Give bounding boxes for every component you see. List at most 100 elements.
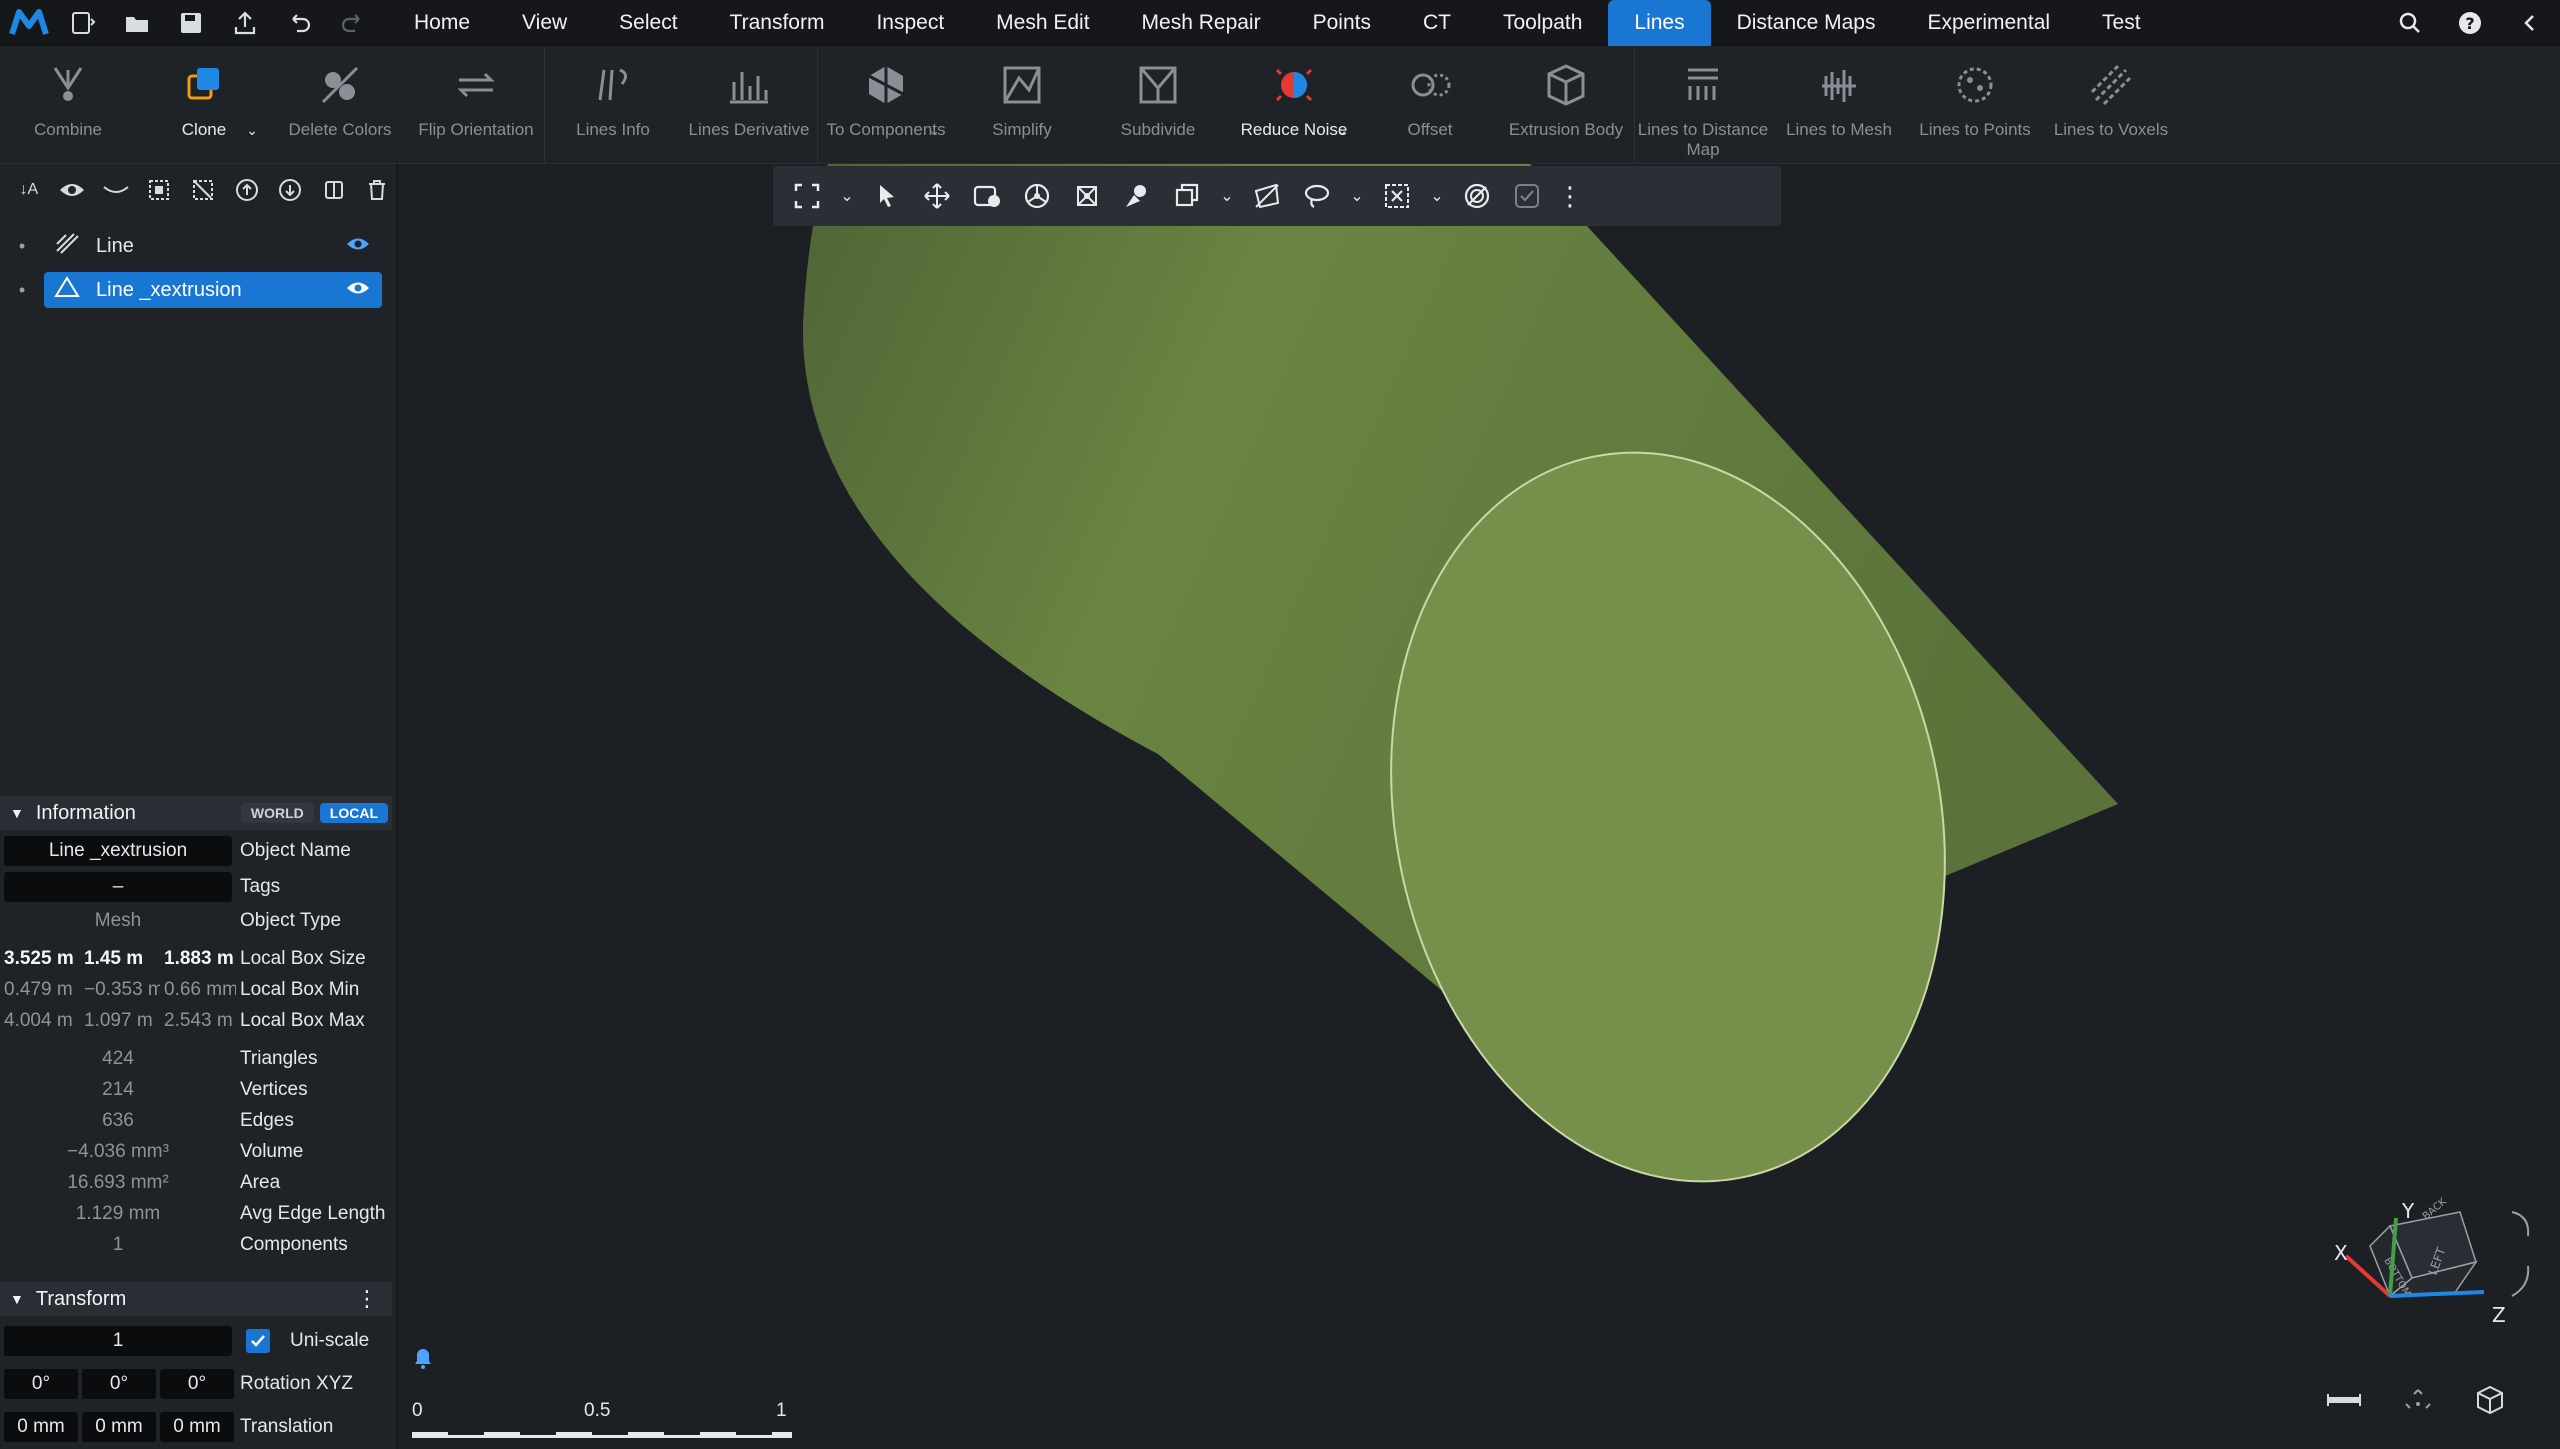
transform-header[interactable]: ▼ Transform ⋮ <box>0 1282 392 1316</box>
ribbon-button-simplify[interactable]: Simplify <box>954 46 1090 164</box>
ribbon-button-lines-to-mesh[interactable]: Lines to Mesh <box>1771 46 1907 164</box>
clear-selection-icon[interactable] <box>1377 174 1417 218</box>
menu-tab-view[interactable]: View <box>496 0 593 46</box>
tree-item-box-selected[interactable]: Line _xextrusion <box>44 272 382 308</box>
chevron-down-icon: ▼ <box>10 805 24 821</box>
visibility-eye-icon[interactable] <box>346 235 370 258</box>
translation-x-field[interactable]: 0 mm <box>4 1412 78 1442</box>
collapse-chevron-icon[interactable] <box>2500 0 2560 46</box>
help-icon[interactable]: ? <box>2440 0 2500 46</box>
local-toggle[interactable]: LOCAL <box>319 803 388 823</box>
ribbon-button-delete-colors[interactable]: Delete Colors <box>272 46 408 164</box>
translation-z-field[interactable]: 0 mm <box>160 1412 234 1442</box>
ribbon-button-extrusion-body[interactable]: Extrusion Body <box>1498 46 1634 164</box>
ribbon-button-offset[interactable]: Offset <box>1362 46 1498 164</box>
ribbon-button-reduce-noise[interactable]: Reduce Noise ⌄ <box>1226 46 1362 164</box>
3d-viewport[interactable] <box>398 164 2560 1449</box>
menu-tab-transform[interactable]: Transform <box>704 0 851 46</box>
fit-selected-icon[interactable] <box>2402 1384 2434 1421</box>
chevron-down-icon[interactable]: ⌄ <box>1347 174 1367 218</box>
tree-item-label: Line <box>96 234 134 257</box>
fit-view-icon[interactable] <box>787 174 827 218</box>
menu-tab-experimental[interactable]: Experimental <box>1901 0 2076 46</box>
undo-icon[interactable] <box>274 0 324 46</box>
delete-icon[interactable] <box>357 168 399 212</box>
app-logo-icon[interactable] <box>0 0 58 46</box>
mesh-render[interactable] <box>398 164 2560 1449</box>
view-cube[interactable]: BACK BOTTOM LEFT X Y Z <box>2316 1196 2546 1336</box>
new-scene-icon[interactable] <box>58 0 108 46</box>
save-icon[interactable] <box>166 0 216 46</box>
move-up-icon[interactable] <box>226 168 268 212</box>
move-icon[interactable] <box>917 174 957 218</box>
no-snap-icon[interactable] <box>1457 174 1497 218</box>
translation-y-field[interactable]: 0 mm <box>82 1412 156 1442</box>
tree-item-line[interactable]: • Line <box>0 226 398 266</box>
more-options-icon[interactable]: ⋮ <box>1557 174 1583 218</box>
ribbon-button-lines-derivative[interactable]: Lines Derivative <box>681 46 817 164</box>
ribbon-button-subdivide[interactable]: Subdivide <box>1090 46 1226 164</box>
uniscale-field[interactable]: 1 <box>4 1326 232 1356</box>
menu-tab-ct[interactable]: CT <box>1397 0 1477 46</box>
menu-tab-lines[interactable]: Lines <box>1608 0 1711 46</box>
view-cube-toggle-icon[interactable] <box>2474 1384 2506 1421</box>
hide-faces-icon[interactable] <box>1247 174 1287 218</box>
tree-item-line-xextrusion[interactable]: • Line _xextrusion <box>0 270 398 310</box>
apply-check-icon[interactable] <box>1507 174 1547 218</box>
menu-tab-inspect[interactable]: Inspect <box>850 0 970 46</box>
scene-toolbar: ↓A <box>0 164 398 216</box>
rotation-z-field[interactable]: 0° <box>160 1369 234 1399</box>
redo-icon[interactable] <box>328 0 378 46</box>
world-toggle[interactable]: WORLD <box>240 803 314 823</box>
uniscale-checkbox[interactable] <box>246 1329 270 1353</box>
deselect-all-icon[interactable] <box>182 168 224 212</box>
information-header[interactable]: ▼ Information WORLD LOCAL <box>0 796 392 830</box>
notification-bell-icon[interactable] <box>410 1345 438 1373</box>
subdivide-icon <box>1139 66 1177 104</box>
chevron-down-icon[interactable]: ⌄ <box>837 174 857 218</box>
menu-tab-home[interactable]: Home <box>388 0 496 46</box>
chevron-down-icon[interactable]: ⌄ <box>1217 174 1237 218</box>
ribbon-button-flip-orientation[interactable]: Flip Orientation <box>408 46 544 164</box>
tree-item-box[interactable]: Line <box>44 228 382 264</box>
ribbon-button-lines-info[interactable]: Lines Info <box>545 46 681 164</box>
tags-field[interactable]: – <box>4 872 232 902</box>
move-down-icon[interactable] <box>269 168 311 212</box>
transform-box-icon[interactable] <box>1167 174 1207 218</box>
brush-select-icon[interactable] <box>1117 174 1157 218</box>
sort-icon[interactable]: ↓A <box>8 168 50 212</box>
menu-tab-test[interactable]: Test <box>2076 0 2167 46</box>
open-folder-icon[interactable] <box>112 0 162 46</box>
more-options-icon[interactable]: ⋮ <box>356 1286 378 1312</box>
ribbon-button-combine[interactable]: Combine <box>0 46 136 164</box>
rotate-icon[interactable] <box>1017 174 1057 218</box>
ribbon-button-clone[interactable]: Clone ⌄ <box>136 46 272 164</box>
chevron-down-icon[interactable]: ⌄ <box>1427 174 1447 218</box>
menu-tab-toolpath[interactable]: Toolpath <box>1477 0 1608 46</box>
select-all-icon[interactable] <box>139 168 181 212</box>
menu-tab-mesh-repair[interactable]: Mesh Repair <box>1116 0 1287 46</box>
split-icon[interactable] <box>313 168 355 212</box>
menu-tab-points[interactable]: Points <box>1287 0 1397 46</box>
ribbon-button-to-components[interactable]: To Components ⌄ <box>818 46 954 164</box>
menu-tab-mesh-edit[interactable]: Mesh Edit <box>970 0 1115 46</box>
rotation-y-field[interactable]: 0° <box>82 1369 156 1399</box>
ribbon-button-lines-to-points[interactable]: Lines to Points <box>1907 46 2043 164</box>
menu-tab-distance-maps[interactable]: Distance Maps <box>1711 0 1902 46</box>
visibility-eye-icon[interactable] <box>346 279 370 302</box>
menu-tab-select[interactable]: Select <box>593 0 703 46</box>
edges-label: Edges <box>240 1110 294 1131</box>
paint-select-icon[interactable] <box>967 174 1007 218</box>
select-pointer-icon[interactable] <box>867 174 907 218</box>
rotation-x-field[interactable]: 0° <box>4 1369 78 1399</box>
show-all-icon[interactable] <box>52 168 94 212</box>
object-name-field[interactable]: Line _xextrusion <box>4 836 232 866</box>
ribbon-button-lines-to-distance-map[interactable]: Lines to Distance Map <box>1635 46 1771 164</box>
search-icon[interactable] <box>2380 0 2440 46</box>
hide-all-icon[interactable] <box>95 168 137 212</box>
export-icon[interactable] <box>220 0 270 46</box>
ribbon-button-lines-to-voxels[interactable]: Lines to Voxels <box>2043 46 2179 164</box>
lasso-select-icon[interactable] <box>1297 174 1337 218</box>
ruler-icon[interactable] <box>2326 1392 2362 1413</box>
vertex-select-icon[interactable] <box>1067 174 1107 218</box>
